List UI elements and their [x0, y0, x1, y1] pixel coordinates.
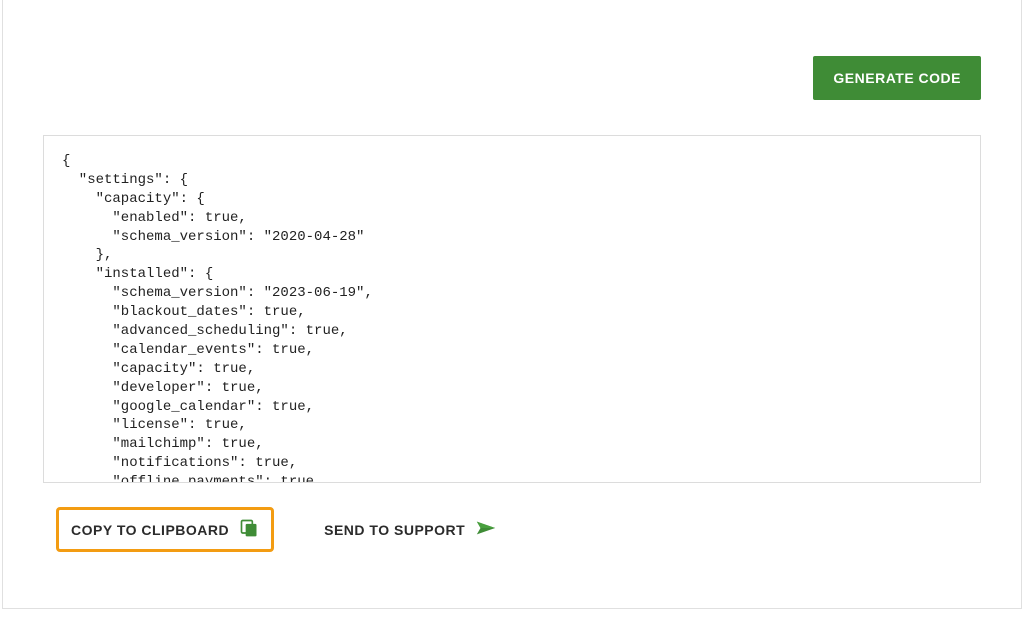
send-icon	[475, 519, 497, 540]
copy-label: COPY TO CLIPBOARD	[71, 522, 229, 538]
support-label: SEND TO SUPPORT	[324, 522, 465, 538]
top-actions-bar: GENERATE CODE	[43, 0, 981, 100]
copy-icon	[239, 518, 259, 541]
generate-code-button[interactable]: GENERATE CODE	[813, 56, 981, 100]
code-output[interactable]: { "settings": { "capacity": { "enabled":…	[44, 136, 980, 482]
copy-to-clipboard-button[interactable]: COPY TO CLIPBOARD	[56, 507, 274, 552]
settings-panel: GENERATE CODE { "settings": { "capacity"…	[3, 0, 1021, 608]
send-to-support-button[interactable]: SEND TO SUPPORT	[312, 511, 509, 548]
bottom-actions-bar: COPY TO CLIPBOARD SEND TO SUPPORT	[43, 507, 981, 552]
code-output-container: { "settings": { "capacity": { "enabled":…	[43, 135, 981, 483]
